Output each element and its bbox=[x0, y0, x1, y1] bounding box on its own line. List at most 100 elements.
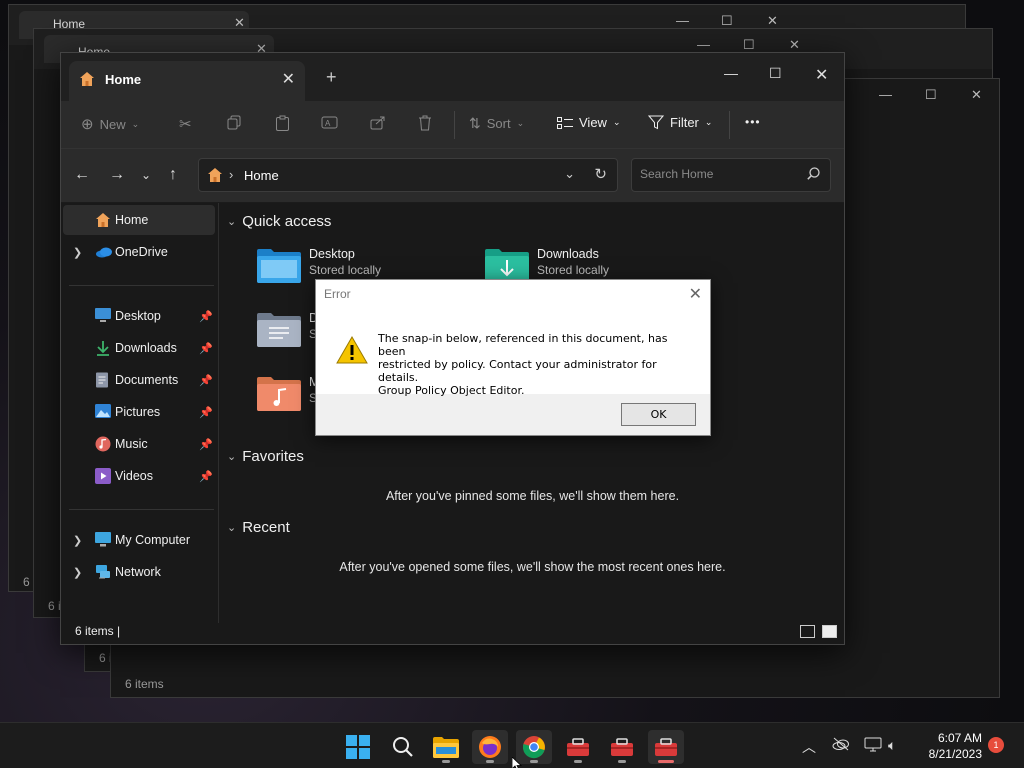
tab-home[interactable]: Home ✕ bbox=[69, 61, 305, 101]
favorites-empty-message: After you've pinned some files, we'll sh… bbox=[385, 489, 680, 503]
sort-button[interactable]: ⇅ Sort ⌄ bbox=[469, 115, 524, 132]
background-close-window-icon[interactable]: ✕ bbox=[789, 37, 800, 53]
sidebar-item-onedrive[interactable]: ❯ OneDrive bbox=[63, 237, 215, 267]
forward-arrow-icon[interactable]: → bbox=[109, 166, 125, 184]
recent-locations-chevron-icon[interactable]: ⌄ bbox=[141, 168, 151, 182]
pin-icon[interactable]: 📌 bbox=[199, 438, 213, 451]
cut-icon[interactable]: ✂ bbox=[179, 115, 192, 133]
expand-chevron-icon[interactable]: ❯ bbox=[73, 534, 82, 547]
toolbox-icon bbox=[654, 737, 678, 760]
taskbar-toolbox-app[interactable] bbox=[560, 730, 596, 764]
volume-icon[interactable]: 🔈︎ bbox=[888, 737, 896, 754]
rename-icon[interactable]: A bbox=[321, 115, 338, 130]
sidebar-item-my-computer[interactable]: ❯ My Computer bbox=[63, 525, 215, 555]
clock-date: 8/21/2023 bbox=[928, 747, 982, 761]
minimize-button[interactable]: — bbox=[724, 65, 738, 81]
show-hidden-icons-chevron-icon[interactable]: ︿ bbox=[802, 737, 816, 757]
search-box[interactable] bbox=[631, 158, 831, 192]
paste-icon[interactable] bbox=[275, 115, 290, 131]
details-view-icon[interactable] bbox=[800, 625, 815, 638]
navigation-pane: Home ❯ OneDrive Desktop 📌 Downloads 📌 Do… bbox=[61, 203, 219, 623]
share-icon[interactable] bbox=[370, 115, 386, 130]
background-maximize-icon[interactable]: ☐ bbox=[743, 37, 755, 53]
item-name: Downloads bbox=[537, 247, 599, 261]
taskbar-toolbox-app-active[interactable] bbox=[648, 730, 684, 764]
pin-icon[interactable]: 📌 bbox=[199, 310, 213, 323]
sidebar-item-documents[interactable]: Documents 📌 bbox=[63, 365, 215, 395]
breadcrumb-chevron-icon[interactable]: › bbox=[229, 167, 233, 182]
tab-close-icon[interactable]: ✕ bbox=[282, 69, 295, 89]
ok-button[interactable]: OK bbox=[621, 403, 696, 426]
add-icon: ⊕ bbox=[81, 116, 94, 133]
favorites-header[interactable]: ⌄ Favorites bbox=[227, 448, 304, 465]
pin-icon[interactable]: 📌 bbox=[199, 406, 213, 419]
sidebar-item-downloads[interactable]: Downloads 📌 bbox=[63, 333, 215, 363]
view-button[interactable]: View ⌄ bbox=[557, 115, 621, 130]
sidebar-divider bbox=[69, 285, 214, 286]
sidebar-item-music[interactable]: Music 📌 bbox=[63, 429, 215, 459]
onedrive-offline-icon[interactable] bbox=[832, 737, 850, 754]
taskbar-toolbox-app[interactable] bbox=[604, 730, 640, 764]
search-icon[interactable] bbox=[807, 167, 820, 183]
download-icon bbox=[95, 340, 111, 356]
dialog-message-line: restricted by policy. Contact your admin… bbox=[378, 358, 657, 384]
sidebar-item-videos[interactable]: Videos 📌 bbox=[63, 461, 215, 491]
expand-chevron-icon[interactable]: ❯ bbox=[73, 246, 82, 259]
new-tab-button[interactable]: + bbox=[326, 67, 337, 88]
sidebar-item-label: Desktop bbox=[115, 309, 161, 323]
clock[interactable]: 6:07 AM 8/21/2023 bbox=[916, 730, 982, 762]
sidebar-item-home[interactable]: Home bbox=[63, 205, 215, 235]
running-indicator bbox=[486, 760, 494, 763]
collapse-chevron-icon: ⌄ bbox=[227, 451, 237, 463]
pin-icon[interactable]: 📌 bbox=[199, 342, 213, 355]
dialog-close-icon[interactable]: ✕ bbox=[689, 284, 702, 304]
videos-icon bbox=[95, 468, 111, 484]
search-input[interactable] bbox=[640, 167, 800, 181]
background-minimize-icon[interactable]: — bbox=[676, 13, 689, 28]
new-button[interactable]: ⊕ New ⌄ bbox=[81, 115, 139, 133]
quick-access-header[interactable]: ⌄ Quick access bbox=[227, 213, 331, 230]
search-button[interactable] bbox=[384, 730, 420, 764]
background-minimize-icon[interactable]: — bbox=[879, 87, 892, 102]
breadcrumb-home[interactable]: Home bbox=[244, 168, 279, 183]
address-dropdown-icon[interactable]: ⌄ bbox=[564, 166, 575, 182]
background-close-window-icon[interactable]: ✕ bbox=[767, 13, 778, 29]
dialog-title-bar: Error bbox=[316, 280, 710, 308]
background-close-window-icon[interactable]: ✕ bbox=[971, 87, 982, 103]
refresh-icon[interactable]: ↻ bbox=[594, 165, 607, 183]
chrome-icon bbox=[522, 735, 546, 762]
music-folder-icon bbox=[257, 375, 301, 411]
up-arrow-icon[interactable]: ↑ bbox=[169, 166, 177, 184]
new-label: New bbox=[99, 116, 126, 132]
background-minimize-icon[interactable]: — bbox=[697, 37, 710, 52]
more-options-button[interactable]: ••• bbox=[745, 115, 761, 129]
sidebar-item-pictures[interactable]: Pictures 📌 bbox=[63, 397, 215, 427]
large-icons-view-icon[interactable] bbox=[822, 625, 837, 638]
taskbar-firefox[interactable] bbox=[472, 730, 508, 764]
filter-button[interactable]: Filter ⌄ bbox=[648, 115, 712, 130]
background-maximize-icon[interactable]: ☐ bbox=[721, 13, 733, 29]
notification-badge[interactable]: 1 bbox=[988, 737, 1004, 753]
delete-icon[interactable] bbox=[418, 115, 432, 131]
background-status: 6 i bbox=[48, 599, 61, 613]
recent-header[interactable]: ⌄ Recent bbox=[227, 519, 290, 536]
copy-icon[interactable] bbox=[227, 115, 242, 130]
close-window-button[interactable]: ✕ bbox=[815, 65, 828, 85]
network-status-icon[interactable] bbox=[864, 737, 882, 756]
maximize-button[interactable]: ☐ bbox=[769, 65, 782, 82]
start-button[interactable] bbox=[340, 730, 376, 764]
background-maximize-icon[interactable]: ☐ bbox=[925, 87, 937, 103]
running-indicator bbox=[618, 760, 626, 763]
address-bar[interactable]: › Home ⌄ ↻ bbox=[198, 158, 618, 192]
command-bar: ⊕ New ⌄ ✂ A ⇅ Sort ⌄ View ⌄ Filter ⌄ ••• bbox=[61, 101, 844, 149]
item-status: Stored locally bbox=[537, 263, 610, 277]
expand-chevron-icon[interactable]: ❯ bbox=[73, 566, 82, 579]
pin-icon[interactable]: 📌 bbox=[199, 470, 213, 483]
back-arrow-icon[interactable]: ← bbox=[74, 166, 90, 184]
home-icon bbox=[95, 212, 111, 228]
pin-icon[interactable]: 📌 bbox=[199, 374, 213, 387]
sidebar-item-desktop[interactable]: Desktop 📌 bbox=[63, 301, 215, 331]
network-icon bbox=[95, 564, 111, 580]
sidebar-item-network[interactable]: ❯ Network bbox=[63, 557, 215, 587]
taskbar-file-explorer[interactable] bbox=[428, 730, 464, 764]
